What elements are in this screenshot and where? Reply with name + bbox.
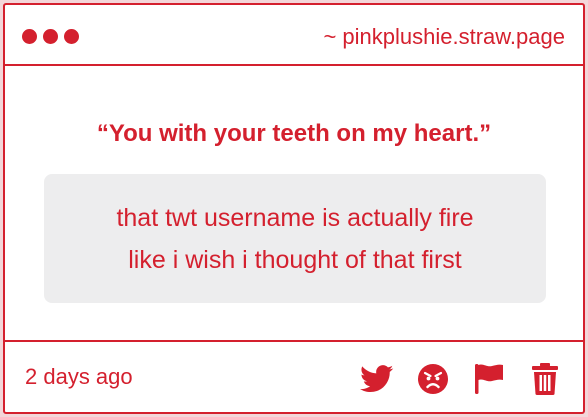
window-dot	[64, 29, 79, 44]
window-header: ~ pinkplushie.straw.page	[5, 5, 583, 66]
window-dot	[22, 29, 37, 44]
trash-icon	[532, 363, 558, 395]
message-line: that twt username is actually fire	[116, 203, 474, 232]
quote-text: “You with your teeth on my heart.”	[96, 120, 492, 147]
post-card: ~ pinkplushie.straw.page “You with your …	[3, 3, 585, 414]
timestamp: 2 days ago	[25, 364, 133, 389]
angry-face-icon	[418, 364, 448, 394]
window-dot	[43, 29, 58, 44]
message-box: that twt username is actually fire like …	[44, 174, 546, 303]
twitter-icon	[360, 365, 394, 393]
post-footer: 2 days ago	[5, 340, 583, 412]
delete-button[interactable]	[527, 362, 563, 396]
twitter-share-button[interactable]	[359, 362, 395, 396]
flag-icon	[475, 364, 503, 394]
report-button[interactable]	[471, 362, 507, 396]
post-body: “You with your teeth on my heart.” that …	[5, 66, 583, 345]
message-line: like i wish i thought of that first	[128, 245, 462, 274]
action-bar	[359, 362, 563, 396]
site-link[interactable]: ~ pinkplushie.straw.page	[323, 24, 565, 50]
angry-reaction-button[interactable]	[415, 362, 451, 396]
window-dots	[22, 29, 79, 44]
